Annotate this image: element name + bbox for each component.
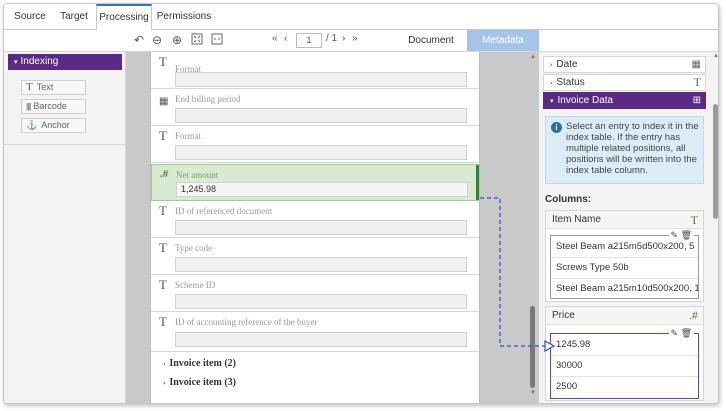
connector-line <box>480 197 552 347</box>
mapping-connector <box>480 197 556 353</box>
app-window: Source Target Processing Permissions ↶ ⊖… <box>3 3 719 404</box>
connector-arrow-icon <box>544 339 556 353</box>
